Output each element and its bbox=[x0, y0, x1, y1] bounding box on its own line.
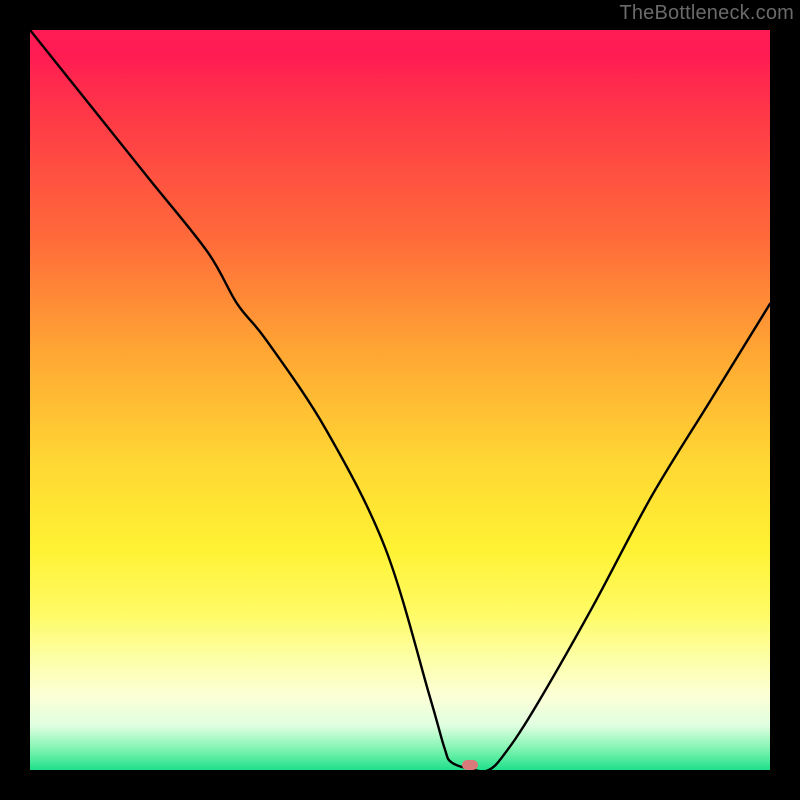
watermark-text: TheBottleneck.com bbox=[619, 2, 794, 25]
chart-frame: TheBottleneck.com bbox=[0, 0, 800, 800]
optimal-point-marker bbox=[462, 760, 478, 770]
bottleneck-curve bbox=[30, 30, 770, 770]
plot-area bbox=[30, 30, 770, 770]
